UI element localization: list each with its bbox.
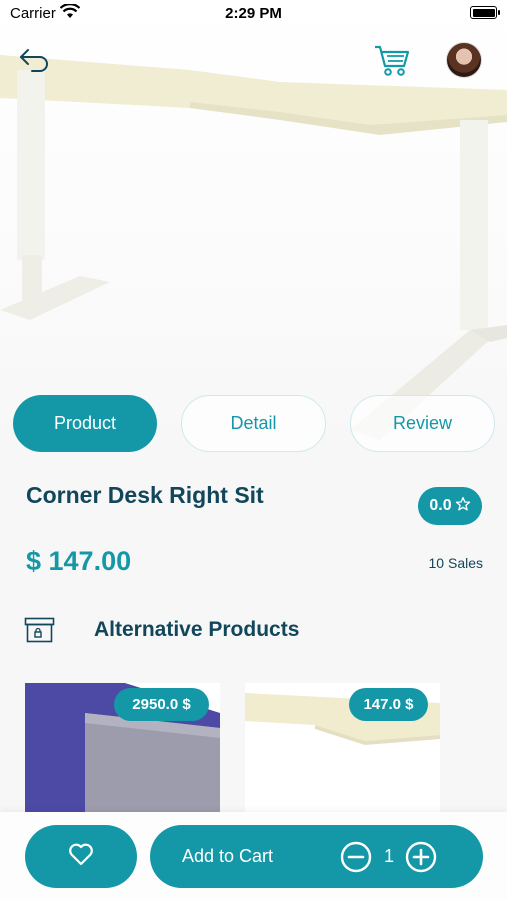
rating-badge[interactable]: 0.0 [418, 487, 482, 525]
add-to-cart-button[interactable]: Add to Cart 1 [150, 825, 483, 888]
tab-product[interactable]: Product [13, 395, 157, 452]
favorite-button[interactable] [25, 825, 137, 888]
add-to-cart-label: Add to Cart [182, 846, 274, 866]
tab-review[interactable]: Review [350, 395, 495, 452]
battery-icon [470, 6, 500, 19]
price-badge: 147.0 $ [349, 688, 428, 721]
increase-quantity-icon[interactable] [405, 841, 437, 873]
price-badge: 2950.0 $ [114, 688, 209, 721]
tab-product-label: Product [53, 413, 117, 433]
tab-detail[interactable]: Detail [181, 395, 326, 452]
tab-review-label: Review [392, 413, 453, 433]
product-price: $ 147.00 [26, 546, 132, 576]
back-arrow-icon[interactable] [18, 46, 52, 74]
decrease-quantity-icon[interactable] [340, 841, 372, 873]
tab-detail-label: Detail [230, 413, 277, 433]
product-title: Corner Desk Right Sit [26, 482, 264, 508]
user-avatar[interactable] [446, 42, 482, 78]
star-icon [455, 496, 471, 517]
alternative-products-heading: Alternative Products [94, 618, 300, 641]
quantity-value: 1 [384, 846, 395, 866]
clock: 2:29 PM [225, 5, 282, 22]
sales-count: 10 Sales [428, 555, 483, 571]
product-hero-image [0, 0, 507, 440]
shopping-cart-icon[interactable] [373, 42, 411, 78]
status-bar: Carrier 2:29 PM [0, 0, 507, 28]
heart-icon [68, 842, 94, 871]
rating-value: 0.0 [429, 497, 452, 514]
archive-box-icon [24, 617, 55, 643]
